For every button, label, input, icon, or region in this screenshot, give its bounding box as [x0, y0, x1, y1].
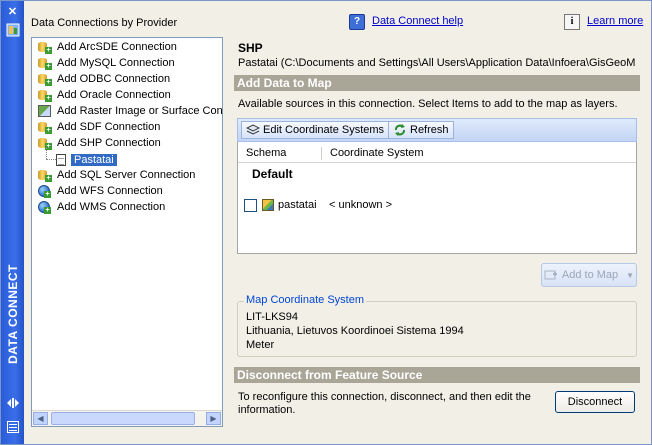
tree-item-odbc[interactable]: + Add ODBC Connection — [38, 71, 170, 87]
feature-class-name: pastatai — [278, 199, 317, 211]
raster-add-icon — [38, 105, 51, 117]
tree-item-arcsde[interactable]: + Add ArcSDE Connection — [38, 39, 177, 55]
help-link[interactable]: Data Connect help — [372, 15, 463, 27]
database-add-icon: + — [38, 57, 52, 70]
tree-item-label-selected: Pastatai — [71, 154, 117, 166]
available-sources-text: Available sources in this connection. Se… — [238, 98, 618, 110]
scroll-thumb[interactable] — [51, 412, 195, 425]
chevron-down-icon[interactable]: ▼ — [626, 271, 634, 280]
button-label: Edit Coordinate Systems — [263, 124, 385, 136]
tree-item-sqlserver[interactable]: + Add SQL Server Connection — [38, 167, 195, 183]
tree-item-label: Add WMS Connection — [57, 201, 166, 213]
layer-checkbox[interactable] — [244, 198, 257, 212]
disconnect-section-header: Disconnect from Feature Source — [234, 367, 640, 383]
provider-tree[interactable]: + Add ArcSDE Connection + Add MySQL Conn… — [31, 37, 223, 427]
help-icon[interactable]: ? — [349, 14, 365, 30]
tree-item-oracle[interactable]: + Add Oracle Connection — [38, 87, 171, 103]
column-separator[interactable] — [321, 147, 322, 160]
tree-item-mysql[interactable]: + Add MySQL Connection — [38, 55, 175, 71]
feature-class-icon — [262, 199, 274, 211]
schema-group-default: Default — [252, 167, 293, 181]
disconnect-instructions: To reconfigure this connection, disconne… — [238, 391, 531, 416]
database-add-icon: + — [38, 169, 52, 182]
database-add-icon: + — [38, 137, 52, 150]
mcs-name: Lithuania, Lietuvos Koordinoei Sistema 1… — [246, 325, 464, 337]
schema-grid: Schema Coordinate System Default pastata… — [237, 142, 637, 254]
palette-title: DATA CONNECT — [5, 264, 20, 364]
tree-item-sdf[interactable]: + Add SDF Connection — [38, 119, 160, 135]
column-header-coordinate-system[interactable]: Coordinate System — [330, 147, 424, 159]
map-coordinate-system-legend: Map Coordinate System — [244, 294, 366, 306]
scroll-left-icon[interactable]: ◀ — [33, 412, 48, 425]
database-add-icon: + — [38, 89, 52, 102]
edit-coordinate-systems-button[interactable]: Edit Coordinate Systems — [241, 121, 390, 139]
tree-horizontal-scrollbar[interactable]: ◀ ▶ — [32, 410, 222, 426]
learn-more-link[interactable]: Learn more — [587, 15, 643, 27]
tree-item-label: Add Raster Image or Surface Connection — [57, 105, 223, 117]
tree-connector — [46, 147, 48, 159]
info-icon[interactable]: i — [564, 14, 580, 30]
tree-item-label: Add ODBC Connection — [57, 73, 171, 85]
feature-coordinate-system: < unknown > — [329, 199, 392, 211]
add-to-map-button[interactable]: Add to Map ▼ — [541, 263, 637, 287]
schema-toolbar: Edit Coordinate Systems Refresh — [237, 118, 637, 142]
tree-item-shp[interactable]: + Add SHP Connection — [38, 135, 161, 151]
database-add-icon: + — [38, 41, 52, 54]
tree-item-label: Add ArcSDE Connection — [57, 41, 177, 53]
tree-item-label: Add MySQL Connection — [57, 57, 175, 69]
column-header-schema[interactable]: Schema — [246, 147, 286, 159]
tree-item-label: Add SDF Connection — [57, 121, 161, 133]
tree-item-raster[interactable]: Add Raster Image or Surface Connection — [38, 103, 223, 119]
scroll-right-icon[interactable]: ▶ — [206, 412, 221, 425]
mcs-unit: Meter — [246, 339, 275, 351]
refresh-button[interactable]: Refresh — [388, 121, 454, 139]
close-icon[interactable]: ✕ — [3, 3, 22, 21]
globe-add-icon: + — [38, 201, 51, 214]
properties-menu-icon[interactable] — [3, 421, 22, 439]
connection-path: Pastatai (C:\Documents and Settings\All … — [238, 57, 636, 69]
auto-hide-icon[interactable] — [3, 397, 22, 415]
data-connect-window: ✕ DATA CONNECT Data Connections by Provi… — [0, 0, 652, 445]
database-add-icon: + — [38, 73, 52, 86]
mcs-code: LIT-LKS94 — [246, 311, 298, 323]
button-label: Refresh — [410, 124, 449, 136]
tree-connector — [46, 159, 56, 160]
tree-item-label: Add Oracle Connection — [57, 89, 171, 101]
palette-strip: ✕ DATA CONNECT — [1, 1, 24, 444]
tree-item-wms[interactable]: + Add WMS Connection — [38, 199, 165, 215]
grid-header: Schema Coordinate System — [238, 145, 636, 163]
database-add-icon: + — [38, 121, 52, 134]
document-icon — [56, 154, 66, 166]
button-label: Add to Map — [561, 269, 619, 281]
tree-item-wfs[interactable]: + Add WFS Connection — [38, 183, 163, 199]
refresh-icon — [393, 124, 407, 136]
connection-title: SHP — [238, 41, 263, 55]
add-data-section-header: Add Data to Map — [234, 75, 640, 91]
table-row[interactable]: pastatai — [244, 197, 317, 213]
tree-title: Data Connections by Provider — [31, 17, 178, 29]
tree-item-label: Add SQL Server Connection — [57, 169, 196, 181]
data-connect-icon — [3, 23, 22, 41]
tree-item-pastatai[interactable]: Pastatai — [56, 152, 117, 168]
tree-item-label: Add SHP Connection — [57, 137, 161, 149]
add-to-map-icon — [544, 270, 557, 280]
globe-add-icon: + — [38, 185, 51, 198]
disconnect-button[interactable]: Disconnect — [555, 391, 635, 413]
tree-item-label: Add WFS Connection — [57, 185, 163, 197]
layers-icon — [245, 124, 261, 136]
